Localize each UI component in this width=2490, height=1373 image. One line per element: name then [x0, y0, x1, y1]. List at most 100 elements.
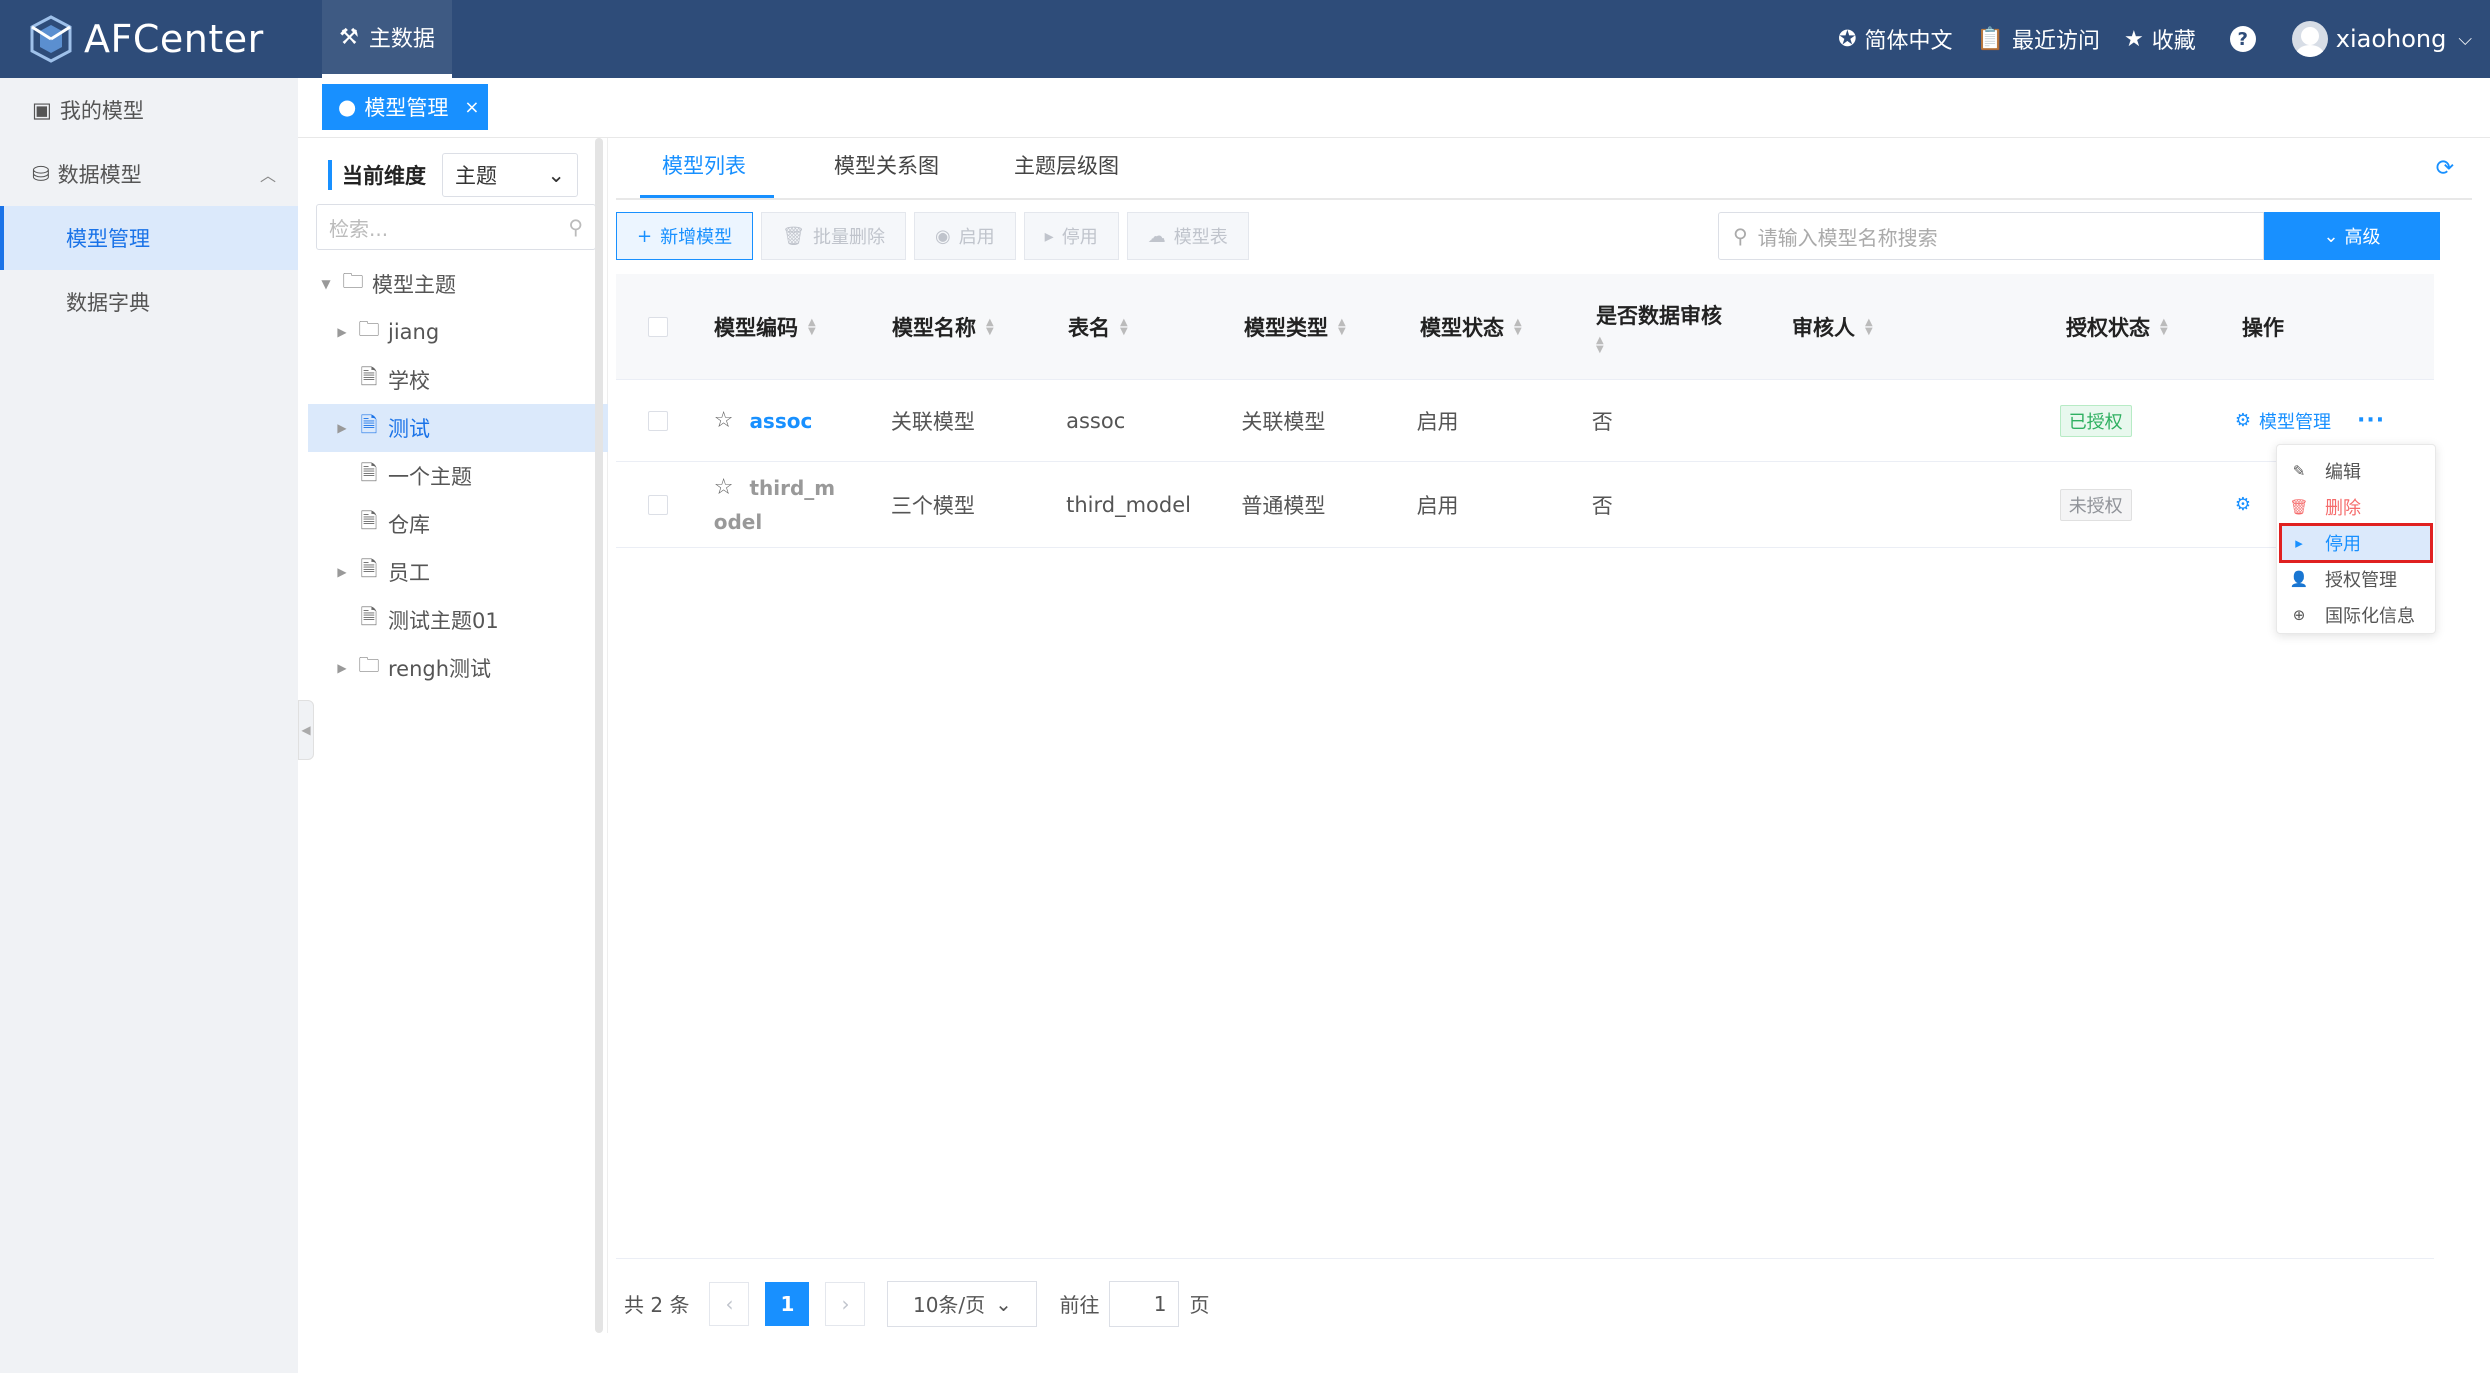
- disable-button[interactable]: ▸ 停用: [1023, 212, 1119, 260]
- page-tab-model-management[interactable]: ● 模型管理 ×: [322, 84, 488, 130]
- page-tab-label: 模型管理: [364, 96, 449, 120]
- goto-page-input[interactable]: 1: [1109, 1280, 1180, 1327]
- tree-node[interactable]: ▶ 🗀 jiang: [308, 308, 608, 356]
- sort-icon[interactable]: ▲ ▼: [1338, 317, 1346, 336]
- tab-model-relation[interactable]: 模型关系图: [834, 150, 939, 198]
- tree-node[interactable]: 🗎 仓库: [308, 500, 608, 548]
- close-icon[interactable]: ×: [464, 97, 479, 118]
- batch-delete-label: 批量删除: [812, 227, 885, 248]
- page-number-current[interactable]: 1: [765, 1281, 810, 1326]
- data-audit: 否: [1591, 409, 1613, 434]
- column-header[interactable]: 审核人 ▲ ▼: [1792, 312, 2066, 342]
- next-page-button[interactable]: ›: [825, 1281, 866, 1326]
- column-header[interactable]: 模型类型 ▲ ▼: [1244, 312, 1420, 342]
- tree-node-selected[interactable]: ▶ 🗎 测试: [308, 404, 608, 452]
- sort-icon[interactable]: ▲ ▼: [808, 317, 816, 336]
- model-management-link[interactable]: ⚙ 模型管理: [2235, 408, 2331, 434]
- avatar[interactable]: [2291, 21, 2328, 57]
- refresh-icon[interactable]: ⟳: [2436, 156, 2454, 181]
- menu-item-edit[interactable]: ✎ 编辑: [2277, 453, 2435, 489]
- caret-right-icon[interactable]: ▶: [334, 661, 350, 675]
- more-actions-button[interactable]: ···: [2357, 408, 2385, 433]
- tab-model-list[interactable]: 模型列表: [640, 150, 774, 198]
- batch-delete-button[interactable]: 🗑 批量删除: [761, 212, 906, 260]
- tree-node[interactable]: 🗎 一个主题: [308, 452, 608, 500]
- menu-item-i18n[interactable]: ⊕ 国际化信息: [2277, 597, 2435, 633]
- menu-item-delete[interactable]: 🗑 删除: [2277, 489, 2435, 525]
- top-tab-master-data[interactable]: ⚒ 主数据: [322, 0, 452, 78]
- model-table-button[interactable]: ☁ 模型表: [1126, 212, 1249, 260]
- folder-icon: 🗀: [342, 268, 364, 293]
- favorites[interactable]: ★ 收藏: [2124, 23, 2196, 55]
- sort-icon[interactable]: ▲ ▼: [1120, 317, 1128, 336]
- menu-item-authorization[interactable]: 👤 授权管理: [2277, 561, 2435, 597]
- enable-button[interactable]: ◉ 启用: [913, 212, 1016, 260]
- advanced-search-button[interactable]: ⌄ 高级: [2264, 212, 2440, 260]
- table-name: assoc: [1066, 408, 1126, 433]
- dimension-row: 当前维度 主题 ⌄: [328, 152, 578, 198]
- select-all-checkbox[interactable]: [648, 316, 668, 337]
- model-code-link[interactable]: assoc: [749, 409, 812, 433]
- model-code-text-wrap[interactable]: odel: [714, 505, 835, 539]
- tree-node[interactable]: ▶ 🗎 员工: [308, 548, 608, 596]
- menu-item-disable[interactable]: ▸ 停用: [2279, 523, 2433, 563]
- column-label: 审核人: [1792, 315, 1855, 340]
- caret-down-icon[interactable]: ▼: [318, 277, 334, 291]
- dimension-select[interactable]: 主题 ⌄: [442, 153, 578, 197]
- column-header[interactable]: 模型编码 ▲ ▼: [714, 312, 892, 342]
- model-code-text[interactable]: third_m: [749, 471, 835, 505]
- tree-node[interactable]: 🗎 测试主题01: [308, 596, 608, 644]
- document-icon: 🗎: [360, 364, 378, 389]
- sidebar-item-data-dictionary[interactable]: 数据字典: [0, 270, 298, 334]
- tab-topic-hierarchy[interactable]: 主题层级图: [1014, 150, 1119, 198]
- gear-icon[interactable]: ⚙: [2235, 494, 2251, 515]
- column-header[interactable]: 表名 ▲ ▼: [1068, 312, 1244, 342]
- add-model-button[interactable]: + 新增模型: [616, 212, 754, 260]
- app-logo[interactable]: AFCenter: [30, 14, 264, 64]
- sort-icon[interactable]: ▲ ▼: [986, 317, 994, 336]
- dimension-value: 主题: [455, 164, 497, 188]
- table-row[interactable]: ☆ third_m odel 三个模型 third_model 普通模型 启用 …: [616, 462, 2434, 548]
- column-header[interactable]: 模型状态 ▲ ▼: [1420, 312, 1596, 342]
- column-header[interactable]: 是否数据审核 ▲ ▼: [1596, 300, 1792, 355]
- sort-icon[interactable]: ▲ ▼: [2160, 317, 2168, 336]
- caret-right-icon[interactable]: ▶: [334, 565, 350, 579]
- column-label: 模型编码: [714, 315, 798, 340]
- sort-icon[interactable]: ▲ ▼: [1596, 335, 1604, 354]
- table-row[interactable]: ☆ assoc 关联模型 assoc 关联模型 启用 否 已授权 ⚙ 模型管理 …: [616, 380, 2434, 462]
- page-size-select[interactable]: 10条/页 ⌄: [887, 1280, 1038, 1327]
- sort-icon[interactable]: ▲ ▼: [1865, 317, 1873, 336]
- caret-right-icon[interactable]: ▶: [334, 421, 350, 435]
- recent-visits[interactable]: 📋 最近访问: [1977, 23, 2100, 55]
- column-header[interactable]: 模型名称 ▲ ▼: [892, 312, 1068, 342]
- row-checkbox[interactable]: [648, 494, 668, 515]
- menu-item-label: 编辑: [2325, 462, 2361, 483]
- star-icon[interactable]: ☆: [714, 475, 734, 500]
- star-icon[interactable]: ☆: [714, 408, 734, 433]
- username[interactable]: xiaohong: [2336, 25, 2447, 53]
- tree-node[interactable]: ▶ 🗀 rengh测试: [308, 644, 608, 692]
- plus-icon: +: [637, 225, 653, 247]
- column-label: 授权状态: [2066, 315, 2150, 340]
- chevron-down-icon[interactable]: ⌵: [2458, 29, 2472, 50]
- tree-scrollbar[interactable]: [595, 138, 603, 1333]
- sort-icon[interactable]: ▲ ▼: [1514, 317, 1522, 336]
- help-icon[interactable]: ?: [2229, 26, 2256, 52]
- sidebar-item-model-management[interactable]: 模型管理: [0, 206, 298, 270]
- favorites-label: 收藏: [2151, 29, 2196, 54]
- tree-search-input[interactable]: 检索... ⚲: [316, 204, 596, 250]
- model-search-input[interactable]: ⚲ 请输入模型名称搜索: [1718, 212, 2264, 260]
- sidebar-group-data-model[interactable]: ⛁ 数据模型 ︿: [0, 142, 298, 206]
- language-label: 简体中文: [1864, 29, 1953, 54]
- column-label: 表名: [1068, 315, 1110, 340]
- caret-right-icon: ▸: [2295, 534, 2303, 552]
- language-switch[interactable]: ✪ 简体中文: [1838, 23, 1952, 55]
- sidebar-item-my-models[interactable]: ▣ 我的模型: [0, 78, 298, 142]
- caret-right-icon[interactable]: ▶: [334, 325, 350, 339]
- tree-node[interactable]: 🗎 学校: [308, 356, 608, 404]
- tree-node[interactable]: ▼ 🗀 模型主题: [308, 260, 608, 308]
- collapse-handle[interactable]: ◀: [298, 700, 314, 760]
- row-checkbox[interactable]: [648, 410, 668, 431]
- column-header[interactable]: 授权状态 ▲ ▼: [2066, 312, 2242, 342]
- prev-page-button[interactable]: ‹: [709, 1281, 750, 1326]
